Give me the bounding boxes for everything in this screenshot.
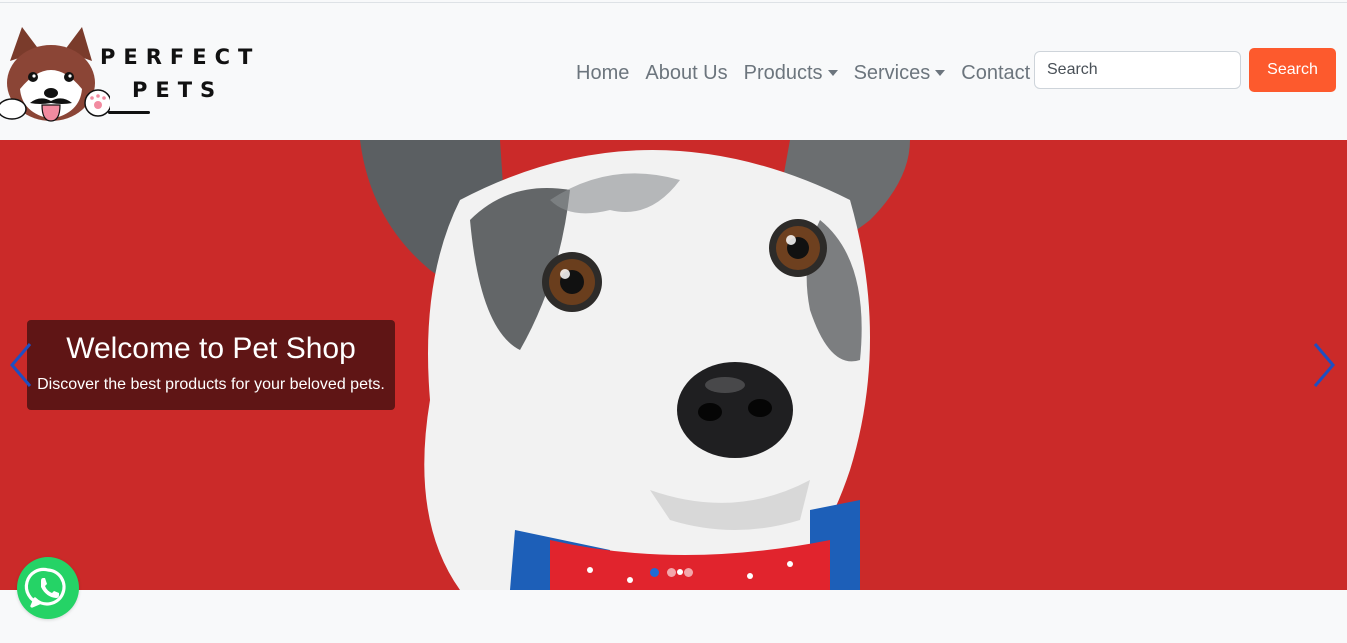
- brand-name-line2: PETS: [132, 78, 224, 102]
- whatsapp-button[interactable]: [17, 557, 79, 619]
- nav-products-dropdown[interactable]: Products: [736, 62, 846, 85]
- main-nav: Home About Us Products Services Contact: [568, 53, 1038, 93]
- indicator-dot-2[interactable]: [667, 568, 676, 577]
- caret-down-icon: [935, 70, 946, 76]
- nav-contact-label: Contact: [961, 61, 1031, 84]
- nav-about-label: About Us: [645, 61, 728, 84]
- dog-photo: [360, 140, 910, 590]
- nav-services-label: Services: [853, 61, 931, 84]
- navbar: PERFECT PETS Home About Us Products Serv…: [0, 3, 1347, 140]
- chevron-right-icon: [1313, 343, 1335, 387]
- carousel-next-button[interactable]: [1305, 340, 1341, 390]
- nav-home-label: Home: [576, 61, 630, 84]
- brand-name-line1: PERFECT: [100, 45, 261, 69]
- brand-logo[interactable]: PERFECT PETS: [0, 21, 252, 125]
- hero-carousel: Welcome to Pet Shop Discover the best pr…: [0, 140, 1347, 590]
- search-button[interactable]: Search: [1249, 48, 1336, 92]
- indicator-dot-3[interactable]: [684, 568, 693, 577]
- chevron-left-icon: [10, 343, 32, 387]
- search-input[interactable]: [1034, 51, 1241, 89]
- husky-dog-logo-icon: [0, 27, 110, 122]
- carousel-prev-button[interactable]: [4, 340, 40, 390]
- nav-home-link[interactable]: Home: [568, 62, 637, 85]
- nav-services-dropdown[interactable]: Services: [846, 62, 954, 85]
- brand-underline: [108, 111, 150, 114]
- hero-subtitle: Discover the best products for your belo…: [37, 376, 385, 393]
- indicator-dot-1[interactable]: [650, 568, 659, 577]
- whatsapp-icon: [24, 567, 66, 608]
- caret-down-icon: [827, 70, 838, 76]
- carousel-caption: Welcome to Pet Shop Discover the best pr…: [27, 320, 395, 410]
- nav-products-label: Products: [743, 61, 823, 84]
- carousel-indicators: [650, 568, 693, 577]
- nav-about-link[interactable]: About Us: [637, 62, 735, 85]
- nav-contact-link[interactable]: Contact: [953, 62, 1038, 85]
- hero-title: Welcome to Pet Shop: [66, 332, 356, 365]
